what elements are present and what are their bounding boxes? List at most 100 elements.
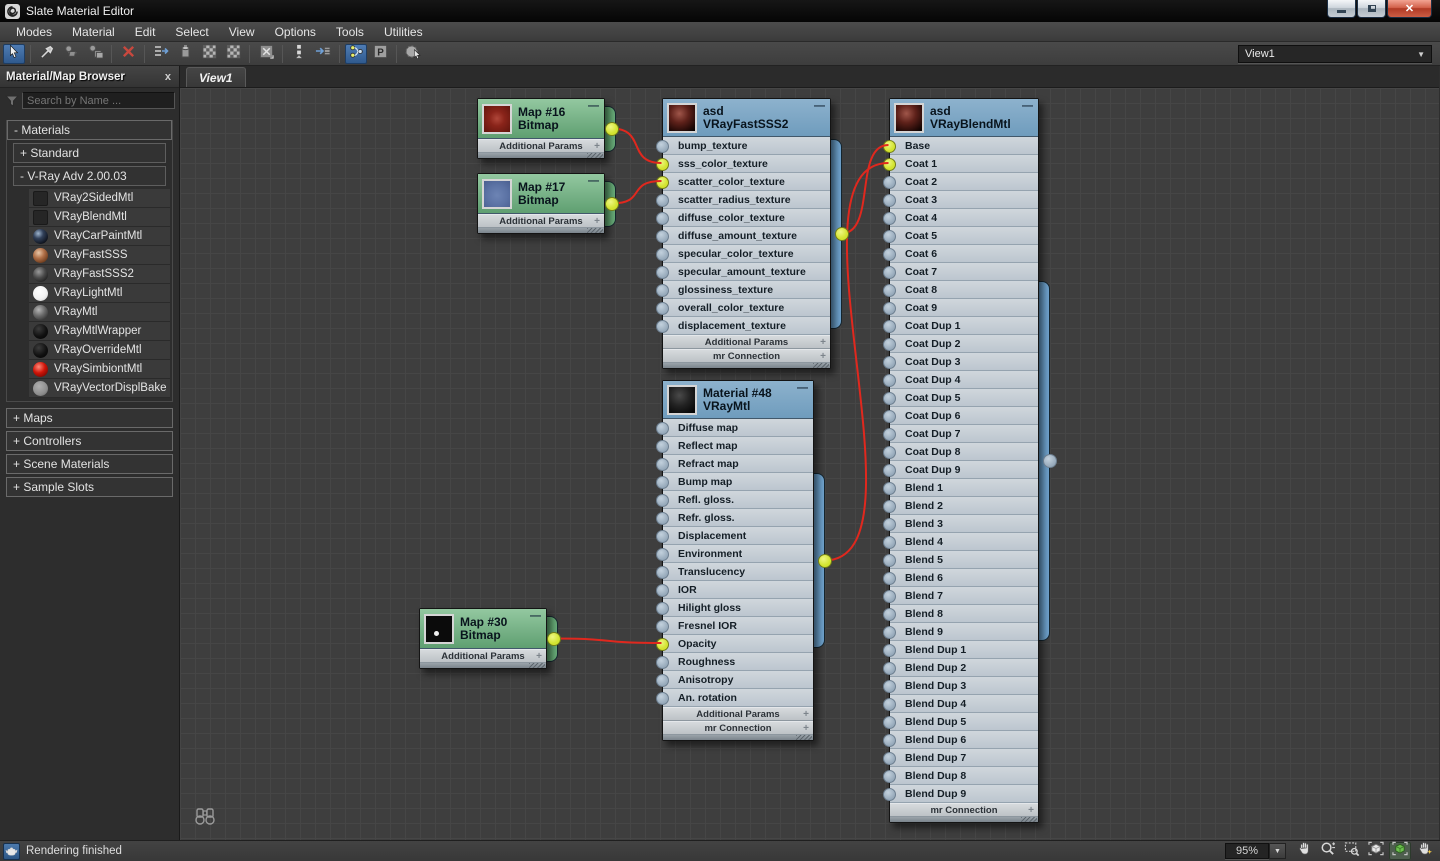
layout-all-vertical-button[interactable] — [288, 44, 310, 64]
input-socket[interactable] — [656, 247, 669, 261]
input-slot-row[interactable]: Blend Dup 6 — [883, 731, 1038, 749]
input-slot-row[interactable]: Coat Dup 8 — [883, 443, 1038, 461]
input-slot-row[interactable]: specular_amount_texture — [656, 263, 830, 281]
input-socket[interactable] — [883, 409, 896, 423]
input-socket[interactable] — [656, 619, 669, 633]
output-socket[interactable] — [834, 226, 849, 241]
input-slot-row[interactable]: Coat Dup 6 — [883, 407, 1038, 425]
input-socket[interactable] — [656, 547, 669, 561]
output-socket[interactable] — [546, 631, 561, 646]
menu-edit[interactable]: Edit — [125, 23, 166, 41]
group-materials[interactable]: - Materials — [7, 120, 172, 140]
input-slot-row[interactable]: Coat Dup 1 — [883, 317, 1038, 335]
input-socket[interactable] — [883, 301, 896, 315]
output-socket[interactable] — [817, 553, 832, 568]
zoom-extents-button[interactable] — [1365, 841, 1387, 860]
input-slot-row[interactable]: Coat Dup 7 — [883, 425, 1038, 443]
input-socket[interactable] — [656, 157, 669, 171]
input-slot-row[interactable]: Blend 8 — [883, 605, 1038, 623]
input-socket[interactable] — [656, 511, 669, 525]
input-socket[interactable] — [883, 463, 896, 477]
node-resize-grip[interactable] — [478, 153, 604, 158]
material-list-item[interactable]: VRayBlendMtl — [29, 208, 170, 227]
input-slot-row[interactable]: Anisotropy — [656, 671, 813, 689]
search-input[interactable] — [22, 92, 175, 109]
put-material-to-scene-button[interactable] — [60, 44, 82, 64]
input-slot-row[interactable]: Blend 4 — [883, 533, 1038, 551]
node-header[interactable]: Material #48 VRayMtl — — [663, 381, 813, 419]
input-socket[interactable] — [883, 211, 896, 225]
input-slot-row[interactable]: Blend Dup 5 — [883, 713, 1038, 731]
input-socket[interactable] — [883, 787, 896, 801]
rollout-row[interactable]: Additional Params + — [663, 707, 813, 721]
input-slot-row[interactable]: Blend 2 — [883, 497, 1038, 515]
tab-view1[interactable]: View1 — [186, 67, 246, 87]
input-slot-row[interactable]: Coat Dup 4 — [883, 371, 1038, 389]
input-slot-row[interactable]: sss_color_texture — [656, 155, 830, 173]
input-slot-row[interactable]: Coat Dup 2 — [883, 335, 1038, 353]
input-slot-row[interactable]: Coat Dup 9 — [883, 461, 1038, 479]
input-slot-row[interactable]: Blend 5 — [883, 551, 1038, 569]
input-socket[interactable] — [883, 229, 896, 243]
input-slot-row[interactable]: Coat 9 — [883, 299, 1038, 317]
input-socket[interactable] — [883, 535, 896, 549]
input-slot-row[interactable]: Coat 3 — [883, 191, 1038, 209]
input-socket[interactable] — [883, 283, 896, 297]
collapse-node-button[interactable]: — — [530, 611, 541, 622]
input-socket[interactable] — [656, 457, 669, 471]
input-socket[interactable] — [656, 691, 669, 705]
material-list-item[interactable]: VRayCarPaintMtl — [29, 227, 170, 246]
input-slot-row[interactable]: Blend Dup 9 — [883, 785, 1038, 803]
render-teapot-icon[interactable] — [3, 842, 20, 860]
parameter-editor-toggle-button[interactable]: P — [369, 44, 391, 64]
input-slot-row[interactable]: displacement_texture — [656, 317, 830, 335]
input-socket[interactable] — [656, 421, 669, 435]
filter-icon[interactable] — [5, 95, 19, 107]
input-socket[interactable] — [656, 475, 669, 489]
input-socket[interactable] — [656, 673, 669, 687]
group-standard[interactable]: + Standard — [13, 143, 166, 163]
material-list-item[interactable]: VRayOverrideMtl — [29, 341, 170, 360]
input-socket[interactable] — [656, 565, 669, 579]
input-slot-row[interactable]: Blend Dup 2 — [883, 659, 1038, 677]
input-socket[interactable] — [883, 337, 896, 351]
input-socket[interactable] — [883, 175, 896, 189]
input-slot-row[interactable]: Blend Dup 8 — [883, 767, 1038, 785]
input-slot-row[interactable]: Blend Dup 1 — [883, 641, 1038, 659]
input-slot-row[interactable]: Displacement — [656, 527, 813, 545]
input-slot-row[interactable]: Refl. gloss. — [656, 491, 813, 509]
menu-material[interactable]: Material — [62, 23, 125, 41]
rollout-row[interactable]: mr Connection + — [890, 803, 1038, 817]
input-socket[interactable] — [656, 265, 669, 279]
show-backlighting-in-preview-button[interactable] — [222, 43, 244, 64]
collapse-node-button[interactable]: — — [588, 101, 599, 112]
input-socket[interactable] — [883, 589, 896, 603]
browser-close-button[interactable]: x — [163, 71, 173, 83]
group-controllers[interactable]: + Controllers — [6, 431, 173, 451]
input-slot-row[interactable]: Coat 1 — [883, 155, 1038, 173]
minimize-button[interactable] — [1327, 0, 1356, 18]
input-slot-row[interactable]: Coat 2 — [883, 173, 1038, 191]
menu-options[interactable]: Options — [265, 23, 326, 41]
rollout-row[interactable]: Additional Params + — [478, 214, 604, 228]
select-by-material-button[interactable] — [402, 44, 424, 64]
input-socket[interactable] — [656, 283, 669, 297]
input-socket[interactable] — [656, 175, 669, 189]
input-slot-row[interactable]: IOR — [656, 581, 813, 599]
pick-material-from-object-button[interactable] — [36, 44, 58, 64]
input-socket[interactable] — [883, 157, 896, 171]
input-slot-row[interactable]: Refract map — [656, 455, 813, 473]
material-list-item[interactable]: VRayLightMtl — [29, 284, 170, 303]
input-socket[interactable] — [656, 601, 669, 615]
zoom-region-tool-button[interactable] — [1341, 842, 1363, 860]
input-slot-row[interactable]: Roughness — [656, 653, 813, 671]
node-map16[interactable]: Map #16 Bitmap — Additional Params + — [477, 98, 605, 159]
input-slot-row[interactable]: Blend 6 — [883, 569, 1038, 587]
input-socket[interactable] — [656, 439, 669, 453]
pan-to-selected-button[interactable] — [1413, 842, 1435, 860]
input-slot-row[interactable]: specular_color_texture — [656, 245, 830, 263]
material-list-item[interactable]: VRay2SidedMtl — [29, 189, 170, 208]
input-socket[interactable] — [656, 139, 669, 153]
menu-utilities[interactable]: Utilities — [374, 23, 433, 41]
material-list-item[interactable]: VRayFastSSS2 — [29, 265, 170, 284]
